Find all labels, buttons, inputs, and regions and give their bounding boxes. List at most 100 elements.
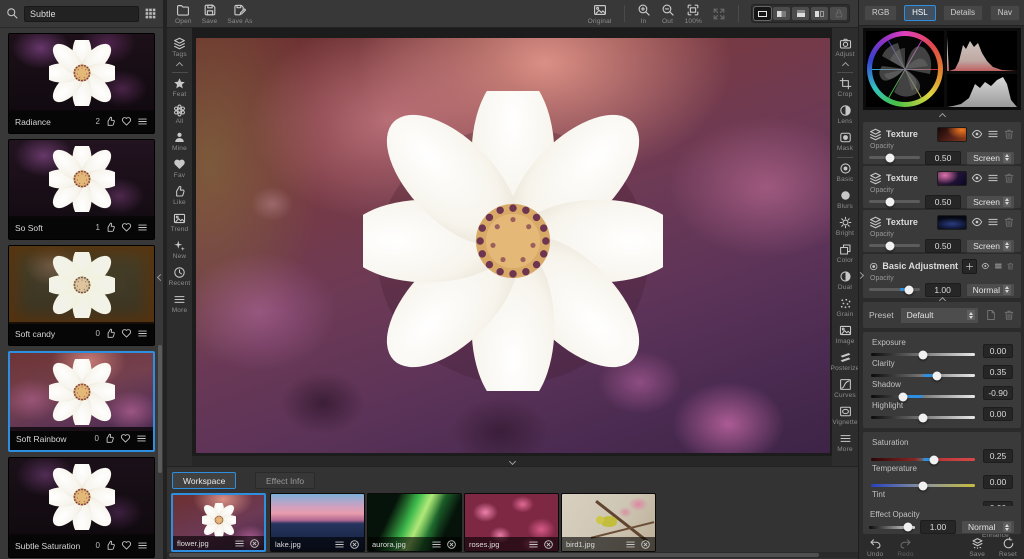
tool-curves[interactable]: Curves [832, 375, 858, 402]
collapse-left-panel-chevron[interactable] [156, 270, 168, 284]
preset-card[interactable]: So Soft 1 [8, 139, 155, 240]
opacity-value[interactable]: 0.50 [925, 150, 962, 165]
saturation-slider[interactable] [871, 455, 975, 464]
tool-posterize[interactable]: Posterize [831, 348, 859, 375]
close-icon[interactable] [640, 539, 651, 550]
nav-all[interactable]: All [167, 101, 192, 128]
trash-icon[interactable] [1006, 260, 1015, 272]
add-adjustment-button[interactable] [962, 258, 978, 274]
undo-button[interactable]: Undo [867, 537, 883, 558]
film-thumb[interactable]: lake.jpg [270, 493, 365, 552]
slider-value[interactable]: 0.00 [983, 344, 1013, 358]
nav-new[interactable]: New [167, 236, 192, 263]
nav-trending[interactable]: Trend [167, 209, 192, 236]
tool-lens[interactable]: Lens [832, 101, 858, 128]
zoom-in-button[interactable]: In [637, 3, 651, 25]
file-menu-icon[interactable] [234, 538, 245, 549]
tool-grain[interactable]: Grain [832, 294, 858, 321]
collapse-filmstrip-chevron[interactable] [192, 456, 832, 466]
view-side-by-side-button[interactable] [811, 7, 828, 20]
blend-mode-select[interactable]: Screen [966, 238, 1015, 253]
nav-liked[interactable]: Like [167, 182, 192, 209]
zoom-100-button[interactable]: 100% [685, 3, 702, 25]
tool-mask[interactable]: Mask [832, 128, 858, 155]
search-icon[interactable] [6, 7, 19, 20]
tab-rgb[interactable]: RGB [864, 4, 898, 21]
filmstrip-scrollbar[interactable] [167, 552, 858, 558]
film-thumb[interactable]: bird1.jpg [561, 493, 656, 552]
redo-button[interactable]: Redo [897, 537, 913, 558]
visibility-eye-icon[interactable] [981, 260, 990, 272]
collapse-chevron[interactable] [175, 61, 184, 70]
effect-opacity-value[interactable]: 1.00 [920, 520, 956, 534]
preset-card[interactable]: Radiance 2 [8, 33, 155, 134]
trash-icon[interactable] [1003, 216, 1015, 228]
visibility-eye-icon[interactable] [971, 172, 983, 184]
effect-blend-select[interactable]: Normal [961, 520, 1015, 534]
nav-tags[interactable]: Tags [167, 34, 192, 61]
view-before-after-button[interactable] [792, 7, 809, 20]
file-menu-icon[interactable] [334, 539, 345, 550]
opacity-value[interactable]: 0.50 [925, 238, 962, 253]
preset-card[interactable]: Subtle Saturation 0 [8, 457, 155, 558]
show-original-button[interactable]: Original [588, 3, 612, 25]
tool-adjust[interactable]: Adjust [832, 34, 858, 61]
preset-card-selected[interactable]: Soft Rainbow 0 [8, 351, 155, 452]
opacity-slider[interactable] [869, 197, 921, 206]
delete-preset-icon[interactable] [1003, 309, 1015, 321]
slider-value[interactable]: 0.25 [983, 449, 1013, 463]
layer-menu-icon[interactable] [987, 172, 999, 184]
preset-menu-icon[interactable] [137, 222, 148, 233]
nav-featured[interactable]: Feat [167, 74, 192, 101]
opacity-value[interactable]: 0.50 [925, 194, 962, 209]
tab-nav[interactable]: Nav [989, 4, 1020, 21]
effect-opacity-slider[interactable] [869, 522, 915, 532]
heart-icon[interactable] [121, 540, 132, 551]
blend-mode-select[interactable]: Screen [966, 150, 1015, 165]
heart-icon[interactable] [121, 222, 132, 233]
grid-view-icon[interactable] [144, 7, 157, 20]
save-button[interactable]: Save [202, 3, 218, 25]
close-icon[interactable] [446, 539, 457, 550]
heart-icon[interactable] [121, 328, 132, 339]
slider-value[interactable]: 0.35 [983, 365, 1013, 379]
thumbs-up-icon[interactable] [105, 328, 116, 339]
slider-value[interactable]: 0.00 [983, 407, 1013, 421]
tool-vignette[interactable]: Vignette [832, 402, 858, 429]
nav-recent[interactable]: Recent [167, 263, 192, 290]
film-thumb-selected[interactable]: flower.jpg [171, 493, 266, 552]
file-menu-icon[interactable] [431, 539, 442, 550]
open-button[interactable]: Open [175, 3, 192, 25]
preset-menu-icon[interactable] [137, 328, 148, 339]
trash-icon[interactable] [1003, 172, 1015, 184]
film-thumb[interactable]: roses.jpg [464, 493, 559, 552]
close-icon[interactable] [543, 539, 554, 550]
tab-details[interactable]: Details [942, 4, 983, 21]
nav-favorites[interactable]: Fav [167, 155, 192, 182]
trash-icon[interactable] [1003, 128, 1015, 140]
layer-menu-icon[interactable] [987, 128, 999, 140]
save-preset-icon[interactable] [985, 309, 997, 321]
texture-thumbnail[interactable] [937, 170, 967, 186]
nav-more[interactable]: More [167, 290, 192, 317]
texture-thumbnail[interactable] [937, 126, 967, 142]
visibility-eye-icon[interactable] [971, 216, 983, 228]
fit-screen-button[interactable] [712, 7, 726, 21]
heart-icon[interactable] [120, 433, 131, 444]
view-lock-button[interactable] [830, 7, 847, 20]
search-input[interactable] [24, 5, 139, 22]
collapse-histogram-chevron[interactable] [859, 111, 1024, 121]
tab-workspace[interactable]: Workspace [172, 472, 237, 489]
blend-mode-select[interactable]: Normal [965, 282, 1015, 297]
thumbs-up-icon[interactable] [104, 433, 115, 444]
heart-icon[interactable] [121, 116, 132, 127]
file-menu-icon[interactable] [625, 539, 636, 550]
tool-dual[interactable]: Dual [832, 267, 858, 294]
preset-menu-icon[interactable] [137, 116, 148, 127]
layer-menu-icon[interactable] [987, 216, 999, 228]
shadow-slider[interactable] [871, 392, 975, 401]
preset-select[interactable]: Default [899, 306, 979, 324]
tool-crop[interactable]: Crop [832, 74, 858, 101]
opacity-slider[interactable] [869, 285, 920, 294]
thumbs-up-icon[interactable] [105, 222, 116, 233]
